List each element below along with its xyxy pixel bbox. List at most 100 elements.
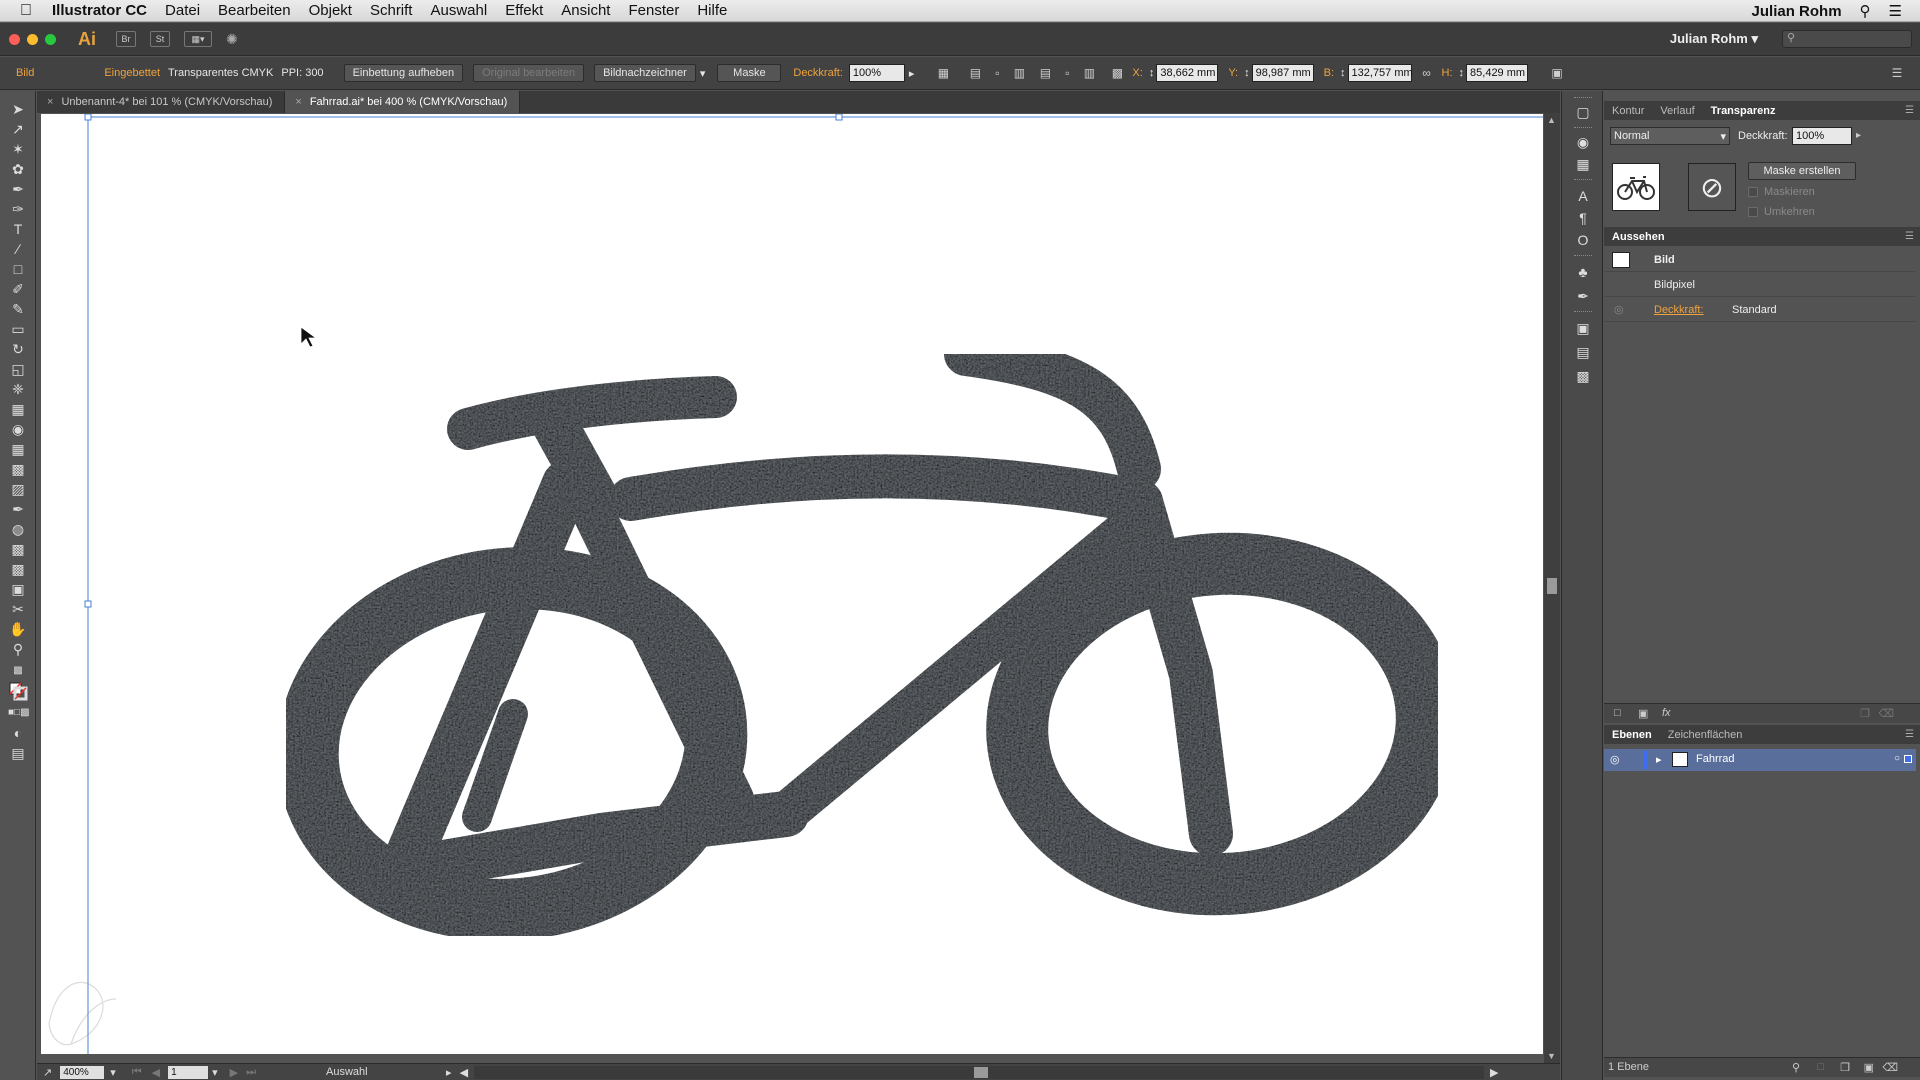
libraries-icon[interactable]: ▢: [1574, 103, 1592, 121]
x-input[interactable]: 38,662 mm: [1156, 64, 1219, 82]
workspace-switcher[interactable]: Julian Rohm ▾: [1670, 31, 1758, 47]
scroll-up-icon[interactable]: ▲: [1547, 115, 1556, 125]
align-top-icon[interactable]: ▤: [1034, 66, 1056, 80]
default-colors-icon[interactable]: ▩: [8, 661, 28, 681]
make-clipping-mask-icon[interactable]: □: [1817, 1061, 1824, 1073]
character-icon[interactable]: A: [1574, 187, 1592, 205]
hand-tool-icon[interactable]: ✋: [8, 619, 28, 639]
curvature-tool-icon[interactable]: ✑: [8, 199, 28, 219]
gpu-performance-icon[interactable]: ✺: [226, 31, 238, 48]
eraser-tool-icon[interactable]: ▭: [8, 319, 28, 339]
embedded-link[interactable]: Eingebettet: [104, 67, 160, 79]
align-center-icon[interactable]: ▫: [986, 66, 1008, 80]
appearance-title[interactable]: Aussehen: [1604, 231, 1673, 243]
artboard[interactable]: [41, 113, 1543, 1054]
checkbox-box[interactable]: [1748, 187, 1758, 197]
add-fill-icon[interactable]: ▣: [1638, 707, 1648, 720]
hscroll-left-icon[interactable]: ◀: [460, 1066, 468, 1079]
appearance-subitem-row[interactable]: Bildpixel: [1604, 273, 1916, 297]
tab-fahrrad[interactable]: × Fahrrad.ai* bei 400 % (CMYK/Vorschau): [285, 91, 521, 113]
layer-visibility-icon[interactable]: ◎: [1610, 753, 1620, 766]
tab-ebenen[interactable]: Ebenen: [1604, 729, 1660, 741]
line-tool-icon[interactable]: ∕: [8, 239, 28, 259]
invert-checkbox[interactable]: Umkehren: [1748, 206, 1815, 218]
first-artboard-icon[interactable]: ⏮: [132, 1066, 142, 1079]
color-icon[interactable]: ◉: [1574, 133, 1592, 151]
zoom-tool-icon[interactable]: ⚲: [8, 639, 28, 659]
slice-tool-icon[interactable]: ✂: [8, 599, 28, 619]
appearance-opacity-row[interactable]: ◎ Deckkraft: Standard: [1604, 298, 1916, 322]
app-menu[interactable]: Illustrator CC: [52, 2, 147, 19]
selection-tool-icon[interactable]: ➤: [8, 99, 28, 119]
align-bottom-icon[interactable]: ▥: [1078, 66, 1100, 80]
zoom-window-icon[interactable]: [45, 33, 56, 45]
menu-hilfe[interactable]: Hilfe: [697, 2, 727, 19]
fill-stroke-icon[interactable]: [8, 681, 28, 701]
panel-menu-icon[interactable]: ☰: [1905, 231, 1914, 242]
color-mode-icons[interactable]: ■□▩: [8, 703, 30, 723]
menubar-user[interactable]: Julian Rohm: [1752, 3, 1842, 20]
direct-selection-tool-icon[interactable]: ↗: [8, 119, 28, 139]
y-stepper-icon[interactable]: ↕: [1244, 67, 1250, 79]
control-bar-menu-icon[interactable]: ☰: [1886, 66, 1908, 80]
align-to-icon[interactable]: ▦: [932, 66, 954, 80]
opentype-icon[interactable]: O: [1574, 231, 1592, 249]
share-icon[interactable]: ↗: [43, 1066, 52, 1079]
artboard-number-input[interactable]: 1: [168, 1065, 209, 1079]
type-tool-icon[interactable]: T: [8, 219, 28, 239]
horizontal-scrollbar[interactable]: [474, 1065, 1485, 1079]
symbols-icon[interactable]: ♣: [1574, 263, 1592, 281]
hscrollbar-thumb[interactable]: [974, 1066, 989, 1078]
zoom-input[interactable]: 400%: [60, 1065, 105, 1079]
height-input[interactable]: 85,429 mm: [1466, 64, 1529, 82]
warp-tool-icon[interactable]: ❈: [8, 379, 28, 399]
y-input[interactable]: 98,987 mm: [1251, 64, 1314, 82]
tab-unbenannt-4[interactable]: × Unbenannt-4* bei 101 % (CMYK/Vorschau): [37, 91, 286, 113]
pen-tool-icon[interactable]: ✒: [8, 179, 28, 199]
image-trace-dropdown-icon[interactable]: ▾: [700, 67, 706, 80]
blend-mode-select[interactable]: Normal ▾: [1610, 127, 1730, 145]
pathfinder-icon[interactable]: ▩: [1574, 367, 1592, 385]
align-left-icon[interactable]: ▤: [964, 66, 986, 80]
transform-icon[interactable]: ▣: [1546, 66, 1568, 80]
artboard-tool-icon[interactable]: ▣: [8, 579, 28, 599]
paintbrush-tool-icon[interactable]: ✐: [8, 279, 28, 299]
constrain-proportions-icon[interactable]: ∞: [1416, 66, 1438, 80]
minimize-window-icon[interactable]: [27, 33, 38, 45]
scale-tool-icon[interactable]: ◱: [8, 359, 28, 379]
layer-target-icon[interactable]: ○: [1894, 753, 1900, 764]
transparency-opacity-input[interactable]: 100%: [1792, 127, 1852, 145]
paragraph-icon[interactable]: ¶: [1574, 209, 1592, 227]
align-right-icon[interactable]: ▥: [1008, 66, 1030, 80]
blend-tool-icon[interactable]: ◍: [8, 519, 28, 539]
clip-checkbox[interactable]: Maskieren: [1748, 186, 1815, 198]
gradient-tool-icon[interactable]: ▨: [8, 479, 28, 499]
last-artboard-icon[interactable]: ⏭: [246, 1066, 256, 1079]
reference-point-icon[interactable]: ▩: [1106, 66, 1128, 80]
align-panel-icon[interactable]: ▤: [1574, 343, 1592, 361]
layer-row-fahrrad[interactable]: ◎ ▸ Fahrrad ○: [1604, 749, 1916, 771]
layer-name[interactable]: Fahrrad: [1696, 753, 1735, 765]
apple-icon[interactable]: : [0, 2, 52, 20]
lasso-tool-icon[interactable]: ✿: [8, 159, 28, 179]
mask-button[interactable]: Maske: [717, 64, 782, 82]
bridge-button[interactable]: Br: [116, 31, 136, 47]
x-stepper-icon[interactable]: ↕: [1149, 67, 1155, 79]
menu-fenster[interactable]: Fenster: [628, 2, 679, 19]
zoom-dropdown-icon[interactable]: ▾: [110, 1066, 116, 1079]
visibility-eye-icon[interactable]: ◎: [1614, 303, 1624, 316]
width-input[interactable]: 132,757 mm: [1347, 64, 1413, 82]
vertical-scrollbar[interactable]: ▲ ▼: [1544, 113, 1560, 1063]
add-effect-icon[interactable]: fx: [1662, 707, 1671, 719]
expand-layer-icon[interactable]: ▸: [1656, 753, 1662, 766]
dock-grip[interactable]: [1574, 179, 1592, 182]
close-tab-icon[interactable]: ×: [47, 96, 53, 108]
swatches-icon[interactable]: ▦: [1574, 155, 1592, 173]
opacity-input[interactable]: 100%: [848, 64, 905, 82]
panel-menu-icon[interactable]: ☰: [1905, 105, 1914, 116]
opacity-arrow-icon[interactable]: ▸: [909, 67, 915, 80]
brushes-icon[interactable]: ✒: [1574, 287, 1592, 305]
layer-selection-indicator[interactable]: [1904, 755, 1912, 763]
image-trace-button[interactable]: Bildnachzeichner: [594, 64, 696, 82]
status-arrow-icon[interactable]: ▸: [446, 1066, 452, 1079]
